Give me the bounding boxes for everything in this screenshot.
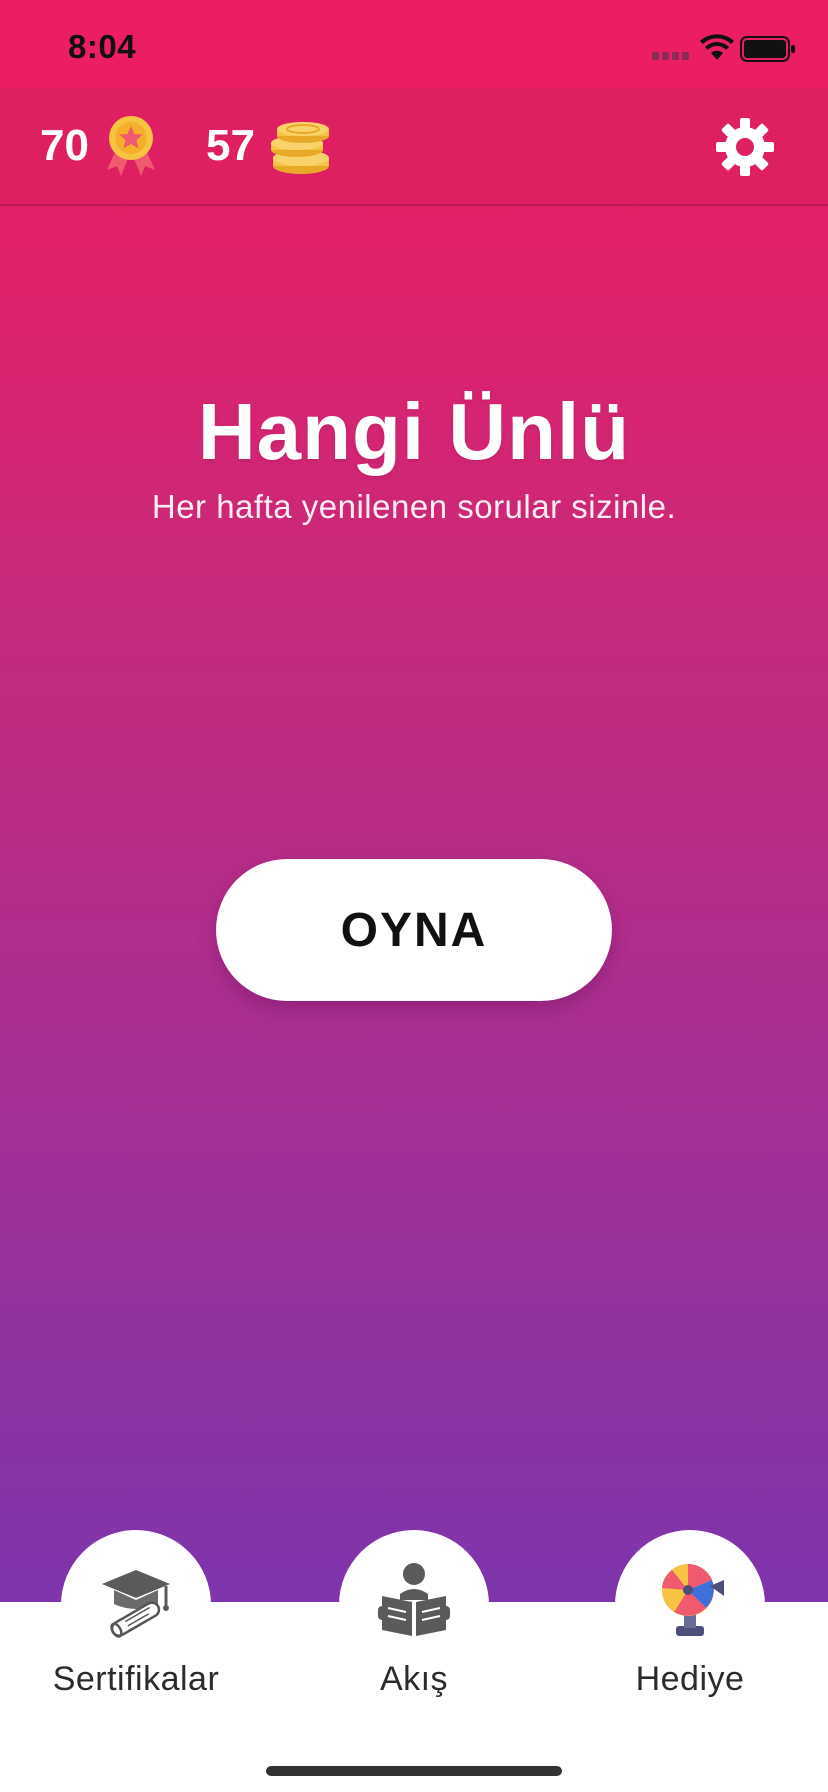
medal-icon [106,116,155,176]
cellular-signal-icon [652,52,689,60]
nav-item-certificates[interactable]: Sertifikalar [26,1530,246,1710]
page-subtitle: Her hafta yenilenen sorular sizinle. [151,488,677,525]
nav-label-certificates: Sertifikalar [52,1660,220,1698]
coins-icon [270,122,329,174]
gear-icon[interactable] [714,116,776,178]
status-time: 8:04 [68,28,137,65]
nav-label-gift: Hediye [635,1660,745,1698]
status-bar: 8:04 [0,0,828,88]
top-bar: 70 57 [0,88,828,206]
coins-value: 57 [206,121,255,170]
nav-item-gift[interactable]: Hediye [580,1530,800,1710]
coins-counter[interactable]: 57 [206,114,333,178]
points-value: 70 [40,121,89,170]
reader-icon [378,1563,450,1636]
prize-wheel-icon [661,1564,724,1636]
home-indicator[interactable] [266,1766,562,1776]
nav-item-feed[interactable]: Akış [304,1530,524,1710]
play-button[interactable]: OYNA [216,859,612,1001]
graduation-cap-icon [102,1570,170,1638]
wifi-icon [700,34,734,60]
page-title: Hangi Ünlü [197,387,631,476]
battery-icon [740,36,795,62]
play-button-label: OYNA [340,903,488,957]
points-counter[interactable]: 70 [40,114,159,178]
nav-label-feed: Akış [379,1660,449,1698]
